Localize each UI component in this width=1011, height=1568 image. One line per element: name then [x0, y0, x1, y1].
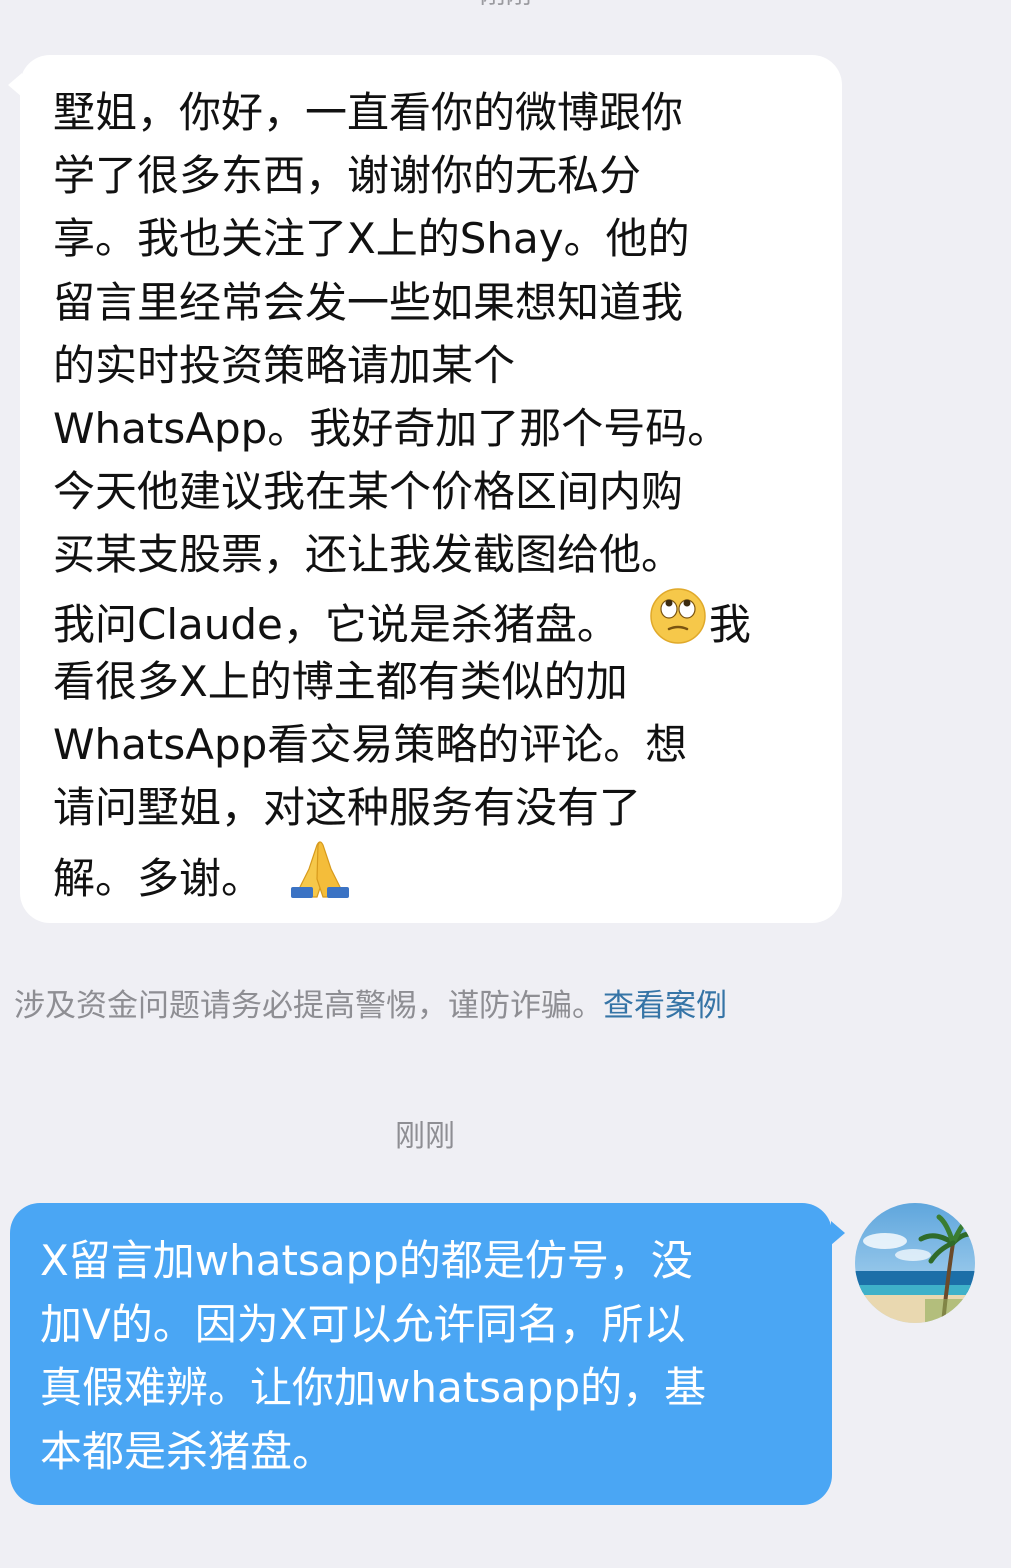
- previous-timestamp-partial: 刚刚: [0, 0, 1011, 10]
- message-line: 墅姐，你好，一直看你的微博跟你: [53, 88, 684, 137]
- bubble-tail: [831, 1221, 845, 1245]
- message-line: 请问墅姐，对这种服务有没有了: [53, 783, 642, 833]
- outgoing-message-bubble[interactable]: X留言加whatsapp的都是仿号，没 加V的。因为X可以允许同名，所以 真假难…: [10, 1203, 845, 1505]
- folded-hands-icon: [287, 839, 353, 899]
- fraud-warning-notice: 涉及资金问题请务必提高警惕，谨防诈骗。查看案例: [14, 982, 727, 1030]
- message-line: 真假难辨。让你加whatsapp的，基: [40, 1363, 707, 1412]
- face-with-rolling-eyes-icon: [649, 587, 707, 645]
- message-line: 学了很多东西，谢谢你的无私分: [53, 151, 642, 201]
- incoming-message-bubble[interactable]: 墅姐，你好，一直看你的微博跟你 学了很多东西，谢谢你的无私分 享。我也关注了X上…: [8, 55, 842, 923]
- incoming-message-text: 墅姐，你好，一直看你的微博跟你 学了很多东西，谢谢你的无私分 享。我也关注了X上…: [53, 81, 751, 904]
- message-line: 今天他建议我在某个价格区间内购: [53, 467, 684, 517]
- message-line-text: 解。多谢。: [53, 854, 264, 904]
- message-line: WhatsApp看交易策略的评论。想: [53, 719, 688, 769]
- message-line: 本都是杀猪盘。: [40, 1426, 335, 1476]
- beach-palm-avatar-icon[interactable]: [855, 1203, 975, 1323]
- message-line-text: 我问Claude，它说是杀猪盘。: [53, 599, 619, 649]
- message-line-text: 我: [708, 599, 751, 649]
- message-timestamp: 刚刚: [395, 1119, 455, 1154]
- message-line: 买某支股票，还让我发截图给他。: [53, 530, 684, 580]
- message-line-with-emoji: 我问Claude，它说是杀猪盘。 我: [53, 587, 751, 650]
- message-line-with-emoji: 解。多谢。: [53, 839, 751, 904]
- view-cases-link[interactable]: 查看案例: [603, 988, 727, 1024]
- bubble-tail: [8, 73, 22, 97]
- fraud-warning-text: 涉及资金问题请务必提高警惕，谨防诈骗。: [14, 988, 603, 1024]
- message-line: WhatsApp。我好奇加了那个号码。: [53, 403, 730, 453]
- message-line: X留言加whatsapp的都是仿号，没: [40, 1236, 693, 1285]
- message-line: 的实时投资策略请加某个: [53, 340, 516, 390]
- message-line: 看很多X上的博主都有类似的加: [53, 656, 628, 706]
- message-line: 加V的。因为X可以允许同名，所以: [40, 1299, 686, 1349]
- outgoing-message-text: X留言加whatsapp的都是仿号，没 加V的。因为X可以允许同名，所以 真假难…: [40, 1229, 706, 1483]
- message-line: 留言里经常会发一些如果想知道我: [53, 277, 684, 327]
- message-line: 享。我也关注了X上的Shay。他的: [53, 214, 690, 264]
